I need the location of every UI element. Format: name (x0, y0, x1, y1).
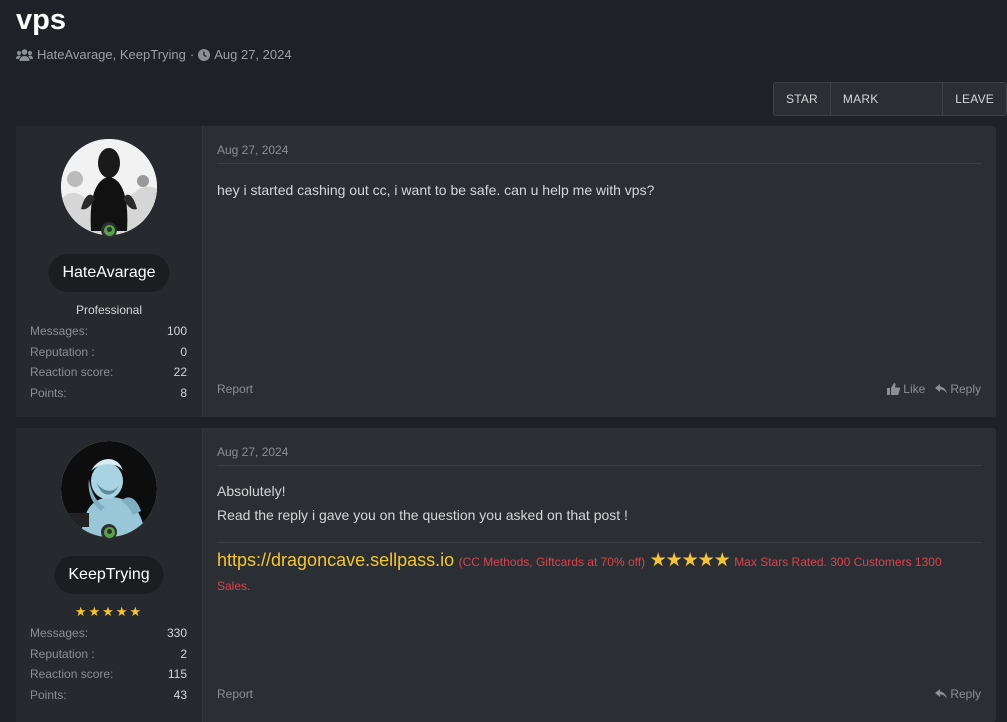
leave-button[interactable]: LEAVE (943, 83, 1006, 115)
divider (217, 465, 982, 466)
report-link[interactable]: Report (217, 382, 253, 396)
reply-label: Reply (950, 687, 981, 701)
thread-meta: HateAvarage, KeepTrying · Aug 27, 2024 (16, 47, 292, 62)
mark-unread-button[interactable]: MARK UNREAD (831, 83, 944, 138)
signature-stars: ★★★★★ (649, 550, 731, 571)
message-post: KeepTrying ★★★★★ Messages: 330 Reputation… (16, 428, 996, 722)
post-date[interactable]: Aug 27, 2024 (217, 445, 288, 459)
signature-link[interactable]: https://dragoncave.sellpass.io (217, 550, 454, 570)
avatar[interactable] (61, 441, 157, 537)
avatar[interactable] (61, 139, 157, 235)
thread-title: vps (16, 4, 66, 36)
reply-button[interactable]: Reply (935, 382, 981, 396)
thumbs-up-icon (887, 383, 901, 395)
divider (217, 163, 982, 164)
stat-messages: Messages: 330 (30, 626, 187, 640)
stat-messages: Messages: 100 (30, 324, 187, 338)
user-stats: Messages: 100 Reputation :0 Reaction scor… (30, 323, 187, 405)
reply-icon (935, 384, 948, 394)
post-footer: Report Reply (217, 687, 981, 701)
reply-icon (935, 689, 948, 699)
message-body: Absolutely! Read the reply i gave you on… (217, 479, 982, 527)
thread-participants[interactable]: HateAvarage, KeepTrying (37, 47, 186, 62)
message-post: HateAvarage Professional Messages: 100 Re… (16, 126, 996, 417)
stat-reputation: Reputation :2 (30, 646, 187, 661)
username[interactable]: HateAvarage (48, 254, 170, 292)
thread-date[interactable]: Aug 27, 2024 (214, 47, 291, 62)
signature-text: (CC Methods, Giftcards at 70% off) (458, 555, 646, 569)
online-status-icon (101, 524, 117, 540)
stat-reputation: Reputation :0 (30, 344, 187, 359)
signature-divider (217, 542, 982, 543)
post-date[interactable]: Aug 27, 2024 (217, 143, 288, 157)
user-info-panel: HateAvarage Professional Messages: 100 Re… (16, 126, 203, 417)
stat-reaction-score: Reaction score: 22 (30, 365, 187, 380)
post-footer: Report Like Reply (217, 382, 981, 396)
report-link[interactable]: Report (217, 687, 253, 701)
users-icon (16, 48, 33, 61)
like-label: Like (903, 382, 926, 396)
username[interactable]: KeepTrying (54, 556, 164, 594)
star-button[interactable]: STAR (774, 83, 831, 115)
message-line: Absolutely! (217, 483, 286, 499)
meta-separator: · (189, 47, 195, 62)
stat-points: Points: 43 (30, 687, 187, 702)
message-content: Aug 27, 2024 hey i started cashing out c… (203, 126, 996, 417)
stat-points: Points: 8 (30, 385, 187, 400)
message-content: Aug 27, 2024 Absolutely! Read the reply … (203, 428, 996, 722)
stat-reaction-score: Reaction score: 115 (30, 667, 187, 682)
user-title: Professional (75, 303, 143, 317)
reply-label: Reply (950, 382, 981, 396)
online-status-icon (101, 222, 117, 238)
reply-button[interactable]: Reply (935, 687, 981, 701)
signature: https://dragoncave.sellpass.io (CC Metho… (217, 548, 956, 598)
user-info-panel: KeepTrying ★★★★★ Messages: 330 Reputation… (16, 428, 203, 722)
user-rank-stars: ★★★★★ (74, 604, 144, 619)
user-stats: Messages: 330 Reputation :2 Reaction scor… (30, 625, 187, 707)
message-line: hey i started cashing out cc, i want to … (217, 182, 655, 198)
clock-icon (198, 48, 211, 61)
like-button[interactable]: Like (887, 382, 925, 396)
message-body: hey i started cashing out cc, i want to … (217, 178, 982, 202)
message-line: Read the reply i gave you on the questio… (217, 507, 628, 523)
thread-action-bar: STAR MARK UNREAD LEAVE (773, 82, 1007, 138)
